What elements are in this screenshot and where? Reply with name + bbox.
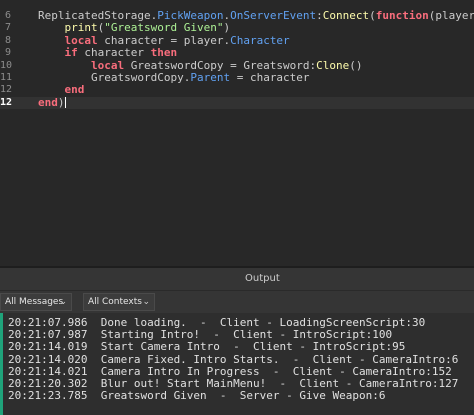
code-token: GreatswordCopy = Greatsword: <box>124 58 317 72</box>
code-token: Connect <box>322 9 370 22</box>
code-token: Clone <box>316 58 350 72</box>
code-token: function <box>375 9 429 22</box>
message-filter-dropdown[interactable]: All Messages ⌄ <box>0 293 72 311</box>
code-line[interactable]: 8 local character = player.Character <box>0 33 474 47</box>
script-editor[interactable]: 6 ReplicatedStorage.PickWeapon.OnServerEv… <box>0 0 474 266</box>
message-filter-label: All Messages <box>5 297 64 307</box>
code-token: then <box>150 46 178 60</box>
code-text: end) <box>38 95 66 109</box>
line-number: 6 <box>4 10 11 21</box>
code-token: ( <box>369 9 376 22</box>
code-text: if character then <box>38 46 178 60</box>
output-log[interactable]: 20:21:07.986 Done loading. - Client - Lo… <box>0 313 474 415</box>
log-entry[interactable]: 20:21:20.302 Blur out! Start MainMenu! -… <box>8 378 458 390</box>
log-entry[interactable]: 20:21:14.020 Camera Fixed. Intro Starts.… <box>8 353 458 366</box>
code-token: ReplicatedStorage. <box>38 9 158 22</box>
code-text: end <box>38 83 85 97</box>
log-entry[interactable]: 20:21:23.785 Greatsword Given - Server -… <box>8 390 386 402</box>
code-token: OnServerEvent <box>230 9 317 22</box>
code-token: end <box>64 83 85 97</box>
line-number: 8 <box>4 34 11 46</box>
code-token: print <box>64 21 98 35</box>
code-line[interactable]: 12 end <box>0 84 474 96</box>
code-text: local character = player.Character <box>38 33 290 47</box>
code-token: GreatswordCopy. <box>38 71 191 84</box>
context-filter-label: All Contexts <box>88 297 142 307</box>
log-entry[interactable]: 20:21:14.021 Camera Intro In Progress - … <box>8 365 452 378</box>
line-number: 12 <box>0 96 13 108</box>
context-filter-dropdown[interactable]: All Contexts ⌄ <box>83 293 155 311</box>
code-token: PickWeapon <box>157 9 224 22</box>
output-panel-title: Output <box>0 268 474 290</box>
code-token: () <box>349 58 363 72</box>
line-number: 12 <box>0 84 13 96</box>
code-text: print("Greatsword Given") <box>38 21 231 35</box>
output-filter-bar: All Messages ⌄ All Contexts ⌄ <box>0 290 474 313</box>
code-token: (player) <box>428 9 474 22</box>
log-entry[interactable]: 20:21:07.987 Starting Intro! - Client - … <box>8 329 392 341</box>
code-token: : <box>316 9 323 22</box>
chevron-down-icon: ⌄ <box>142 297 150 307</box>
code-line[interactable]: 10 local GreatswordCopy = Greatsword:Clo… <box>0 58 474 72</box>
code-token: character = player. <box>97 33 231 47</box>
code-token: ) <box>223 21 231 35</box>
output-panel: Output All Messages ⌄ All Contexts ⌄ 20:… <box>0 268 474 415</box>
code-token: end <box>38 95 58 109</box>
code-line[interactable]: 7 print("Greatsword Given") <box>0 22 474 34</box>
code-token: local <box>90 58 125 72</box>
code-text: GreatswordCopy.Parent = character <box>38 72 310 84</box>
code-line[interactable]: 12 end) <box>0 95 474 109</box>
code-line[interactable]: 6 ReplicatedStorage.PickWeapon.OnServerEv… <box>0 10 474 22</box>
code-line[interactable]: 9 if character then <box>0 47 474 59</box>
code-token: if <box>64 46 78 60</box>
code-token: Parent <box>190 71 231 84</box>
chevron-down-icon: ⌄ <box>59 297 67 307</box>
code-token: Character <box>230 33 290 47</box>
code-token: "Greatsword Given" <box>104 21 224 35</box>
log-accent-bar <box>0 313 3 415</box>
code-token: character <box>77 46 151 60</box>
code-text: local GreatswordCopy = Greatsword:Clone(… <box>38 58 363 72</box>
line-number: 7 <box>4 22 11 34</box>
line-number: 10 <box>0 59 13 71</box>
text-caret <box>64 97 66 109</box>
log-entry[interactable]: 20:21:07.986 Done loading. - Client - Lo… <box>8 317 425 329</box>
code-token: ) <box>57 95 65 109</box>
line-number: 11 <box>0 72 13 83</box>
code-token: local <box>64 33 98 47</box>
code-text: ReplicatedStorage.PickWeapon.OnServerEve… <box>38 10 474 22</box>
code-line[interactable]: 11 GreatswordCopy.Parent = character <box>0 72 474 84</box>
line-number: 9 <box>4 47 11 59</box>
log-entry[interactable]: 20:21:14.019 Start Camera Intro - Client… <box>8 341 405 353</box>
code-token: = character <box>230 71 310 84</box>
